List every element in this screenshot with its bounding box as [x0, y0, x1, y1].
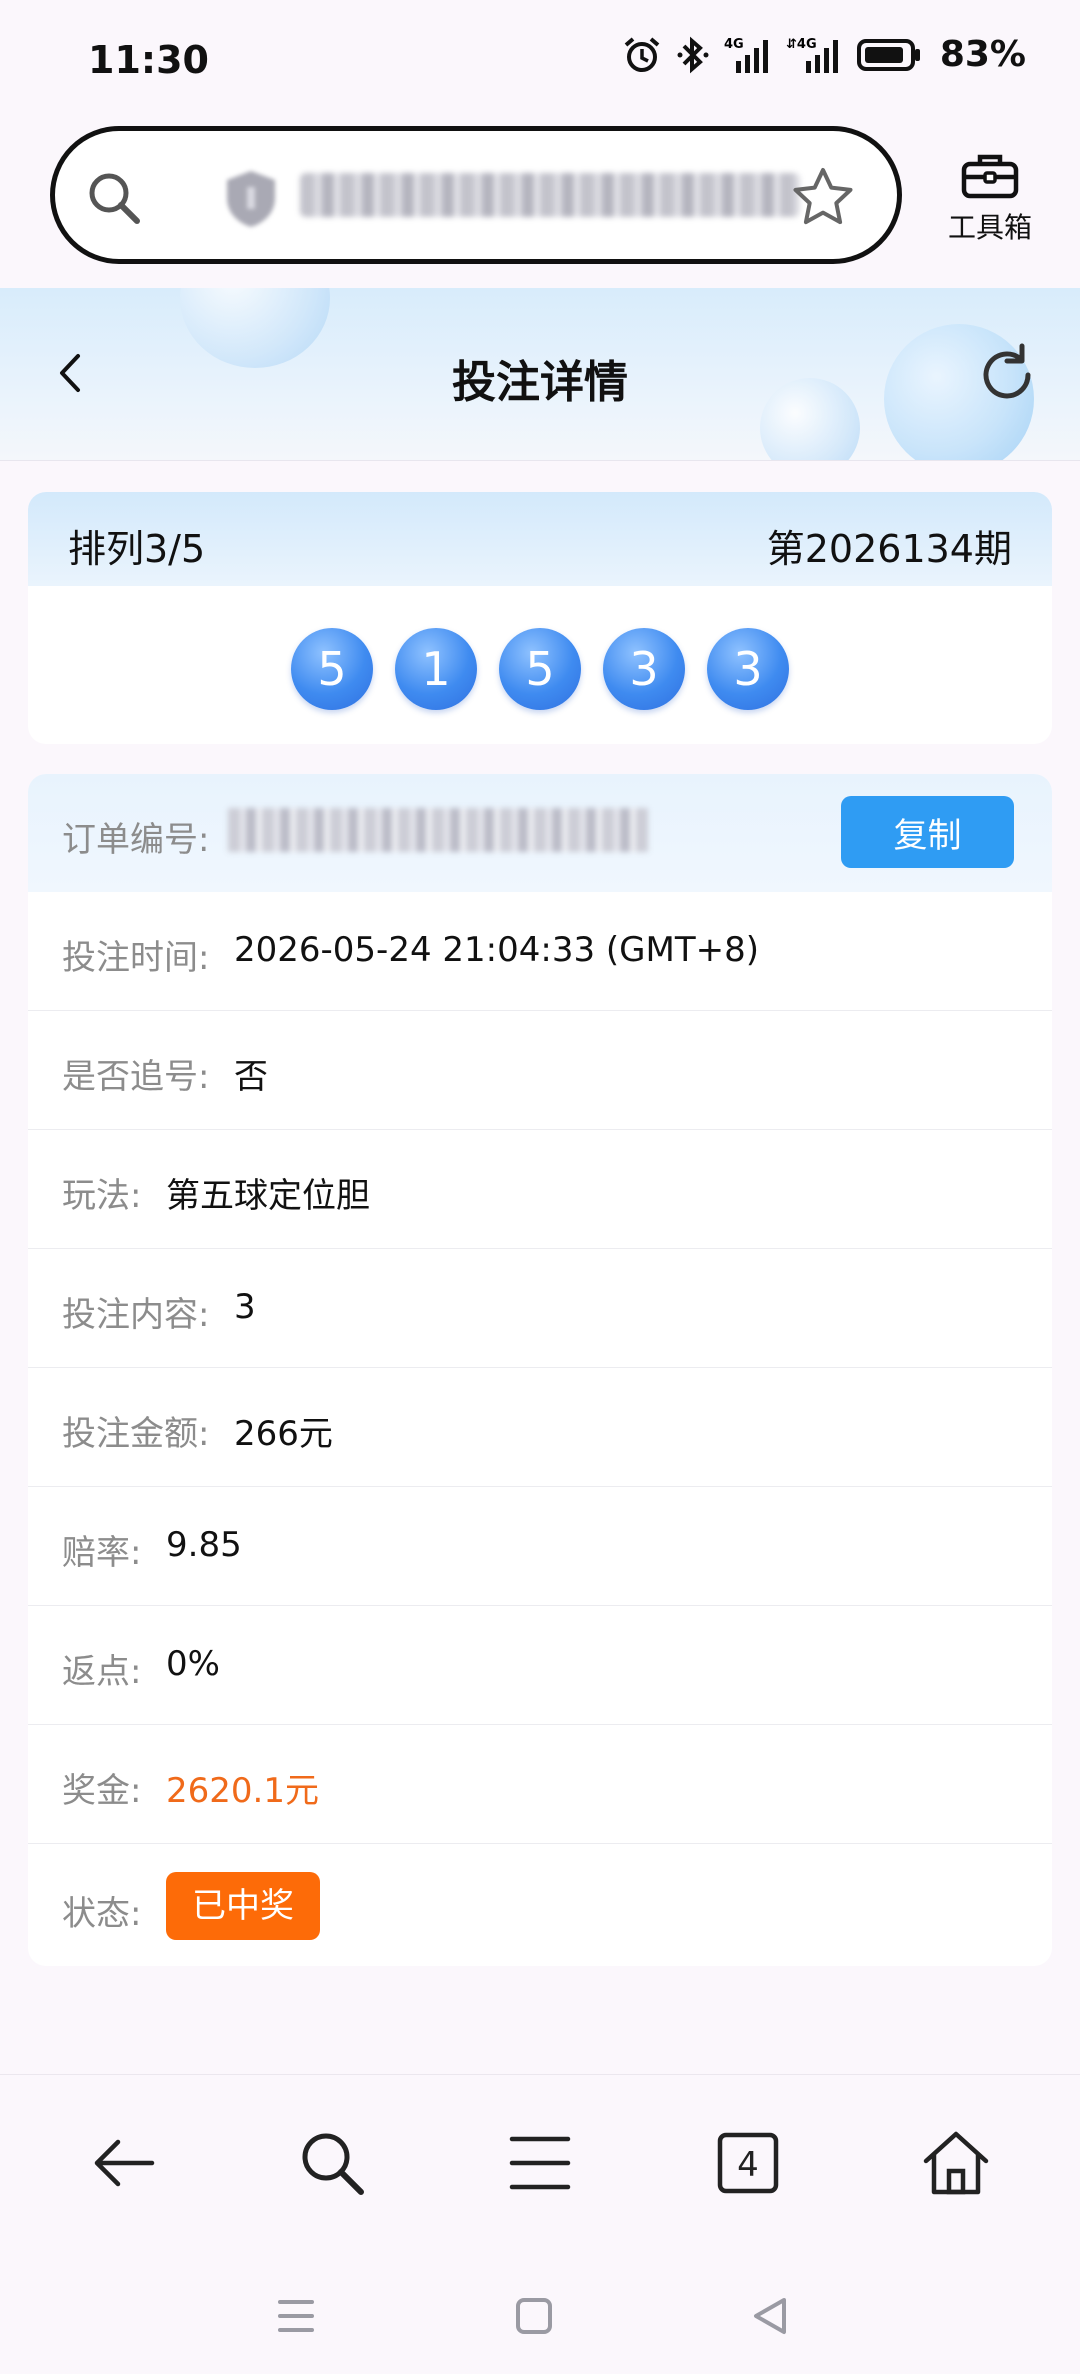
detail-value: 266元: [234, 1414, 333, 1454]
detail-label: 玩法:: [62, 1176, 142, 1216]
svg-text:4G: 4G: [724, 37, 744, 52]
winning-numbers: 5 1 5 3 3: [28, 628, 1052, 710]
battery-percentage: 83%: [939, 34, 1026, 75]
bluetooth-icon: [676, 35, 710, 75]
signal-4g-icon: ⇵4G: [786, 35, 842, 75]
battery-icon: [856, 35, 922, 75]
detail-row-rebate: 返点: 0%: [28, 1606, 1052, 1725]
back-arrow-icon[interactable]: [88, 2127, 160, 2203]
detail-value: 3: [234, 1287, 256, 1327]
status-time: 11:30: [88, 38, 209, 82]
detail-row-status: 状态: 已中奖: [28, 1844, 1052, 1966]
status-bar: 11:30 4G ⇵4G 83%: [0, 0, 1080, 120]
order-number-label: 订单编号:: [62, 820, 210, 860]
page-title: 投注详情: [452, 357, 628, 408]
draw-card-header: 排列3/5 第2026134期: [28, 492, 1052, 586]
detail-row-chase: 是否追号: 否: [28, 1011, 1052, 1130]
system-navigation-bar: [0, 2254, 1080, 2374]
order-number-row: 订单编号: 复制: [28, 774, 1052, 892]
browser-bottom-nav: 4: [0, 2074, 1080, 2255]
toolbox-label: 工具箱: [947, 211, 1032, 244]
detail-label: 返点:: [62, 1652, 142, 1692]
detail-row-odds: 赔率: 9.85: [28, 1487, 1052, 1606]
menu-icon[interactable]: [504, 2127, 576, 2203]
home-icon[interactable]: [920, 2127, 992, 2203]
alarm-icon: [622, 35, 662, 75]
number-ball: 3: [603, 628, 685, 710]
order-number-value-blurred: [228, 808, 648, 852]
refresh-icon[interactable]: [972, 340, 1042, 414]
detail-row-play-type: 玩法: 第五球定位胆: [28, 1130, 1052, 1249]
detail-value: 第五球定位胆: [166, 1176, 370, 1216]
address-bar[interactable]: [50, 126, 902, 264]
detail-label: 投注时间:: [62, 938, 210, 978]
detail-label: 是否追号:: [62, 1057, 210, 1097]
detail-row-bet-content: 投注内容: 3: [28, 1249, 1052, 1368]
detail-value: 否: [234, 1057, 268, 1097]
detail-row-bet-time: 投注时间: 2026-05-24 21:04:33 (GMT+8): [28, 892, 1052, 1011]
detail-label: 投注金额:: [62, 1414, 210, 1454]
status-icons: 4G ⇵4G 83%: [622, 34, 1026, 75]
detail-label: 投注内容:: [62, 1295, 210, 1335]
star-icon[interactable]: [791, 165, 855, 233]
prize-amount: 2620.1元: [166, 1771, 319, 1811]
recent-apps-icon[interactable]: [272, 2292, 320, 2344]
system-back-icon[interactable]: [746, 2292, 794, 2344]
issue-number: 第2026134期: [766, 527, 1012, 571]
detail-row-bet-amount: 投注金额: 266元: [28, 1368, 1052, 1487]
number-ball: 5: [499, 628, 581, 710]
tabs-icon[interactable]: 4: [712, 2127, 784, 2203]
lottery-name: 排列3/5: [68, 527, 206, 571]
search-icon[interactable]: [296, 2127, 368, 2203]
shield-icon: [223, 169, 279, 233]
svg-text:⇵4G: ⇵4G: [786, 37, 817, 52]
number-ball: 3: [707, 628, 789, 710]
detail-label: 赔率:: [62, 1533, 142, 1573]
toolbox-button[interactable]: 工具箱: [935, 150, 1045, 246]
signal-4g-icon: 4G: [724, 35, 772, 75]
detail-label: 状态:: [62, 1894, 142, 1934]
detail-value: 2026-05-24 21:04:33 (GMT+8): [234, 930, 760, 970]
search-icon[interactable]: [85, 169, 145, 233]
page-header: 投注详情: [0, 288, 1080, 461]
detail-value: 0%: [166, 1644, 220, 1684]
copy-button[interactable]: 复制: [841, 796, 1014, 868]
draw-result-card: 排列3/5 第2026134期 5 1 5 3 3: [28, 492, 1052, 744]
number-ball: 5: [291, 628, 373, 710]
detail-label: 奖金:: [62, 1771, 142, 1811]
number-ball: 1: [395, 628, 477, 710]
detail-value: 9.85: [166, 1525, 242, 1565]
detail-row-prize: 奖金: 2620.1元: [28, 1725, 1052, 1844]
status-badge: 已中奖: [166, 1872, 320, 1940]
bet-detail-card: 订单编号: 复制 投注时间: 2026-05-24 21:04:33 (GMT+…: [28, 774, 1052, 1966]
home-square-icon[interactable]: [510, 2292, 558, 2344]
tab-count: 4: [737, 2145, 759, 2185]
url-text-blurred[interactable]: [300, 173, 800, 217]
toolbox-icon: [960, 154, 1020, 204]
